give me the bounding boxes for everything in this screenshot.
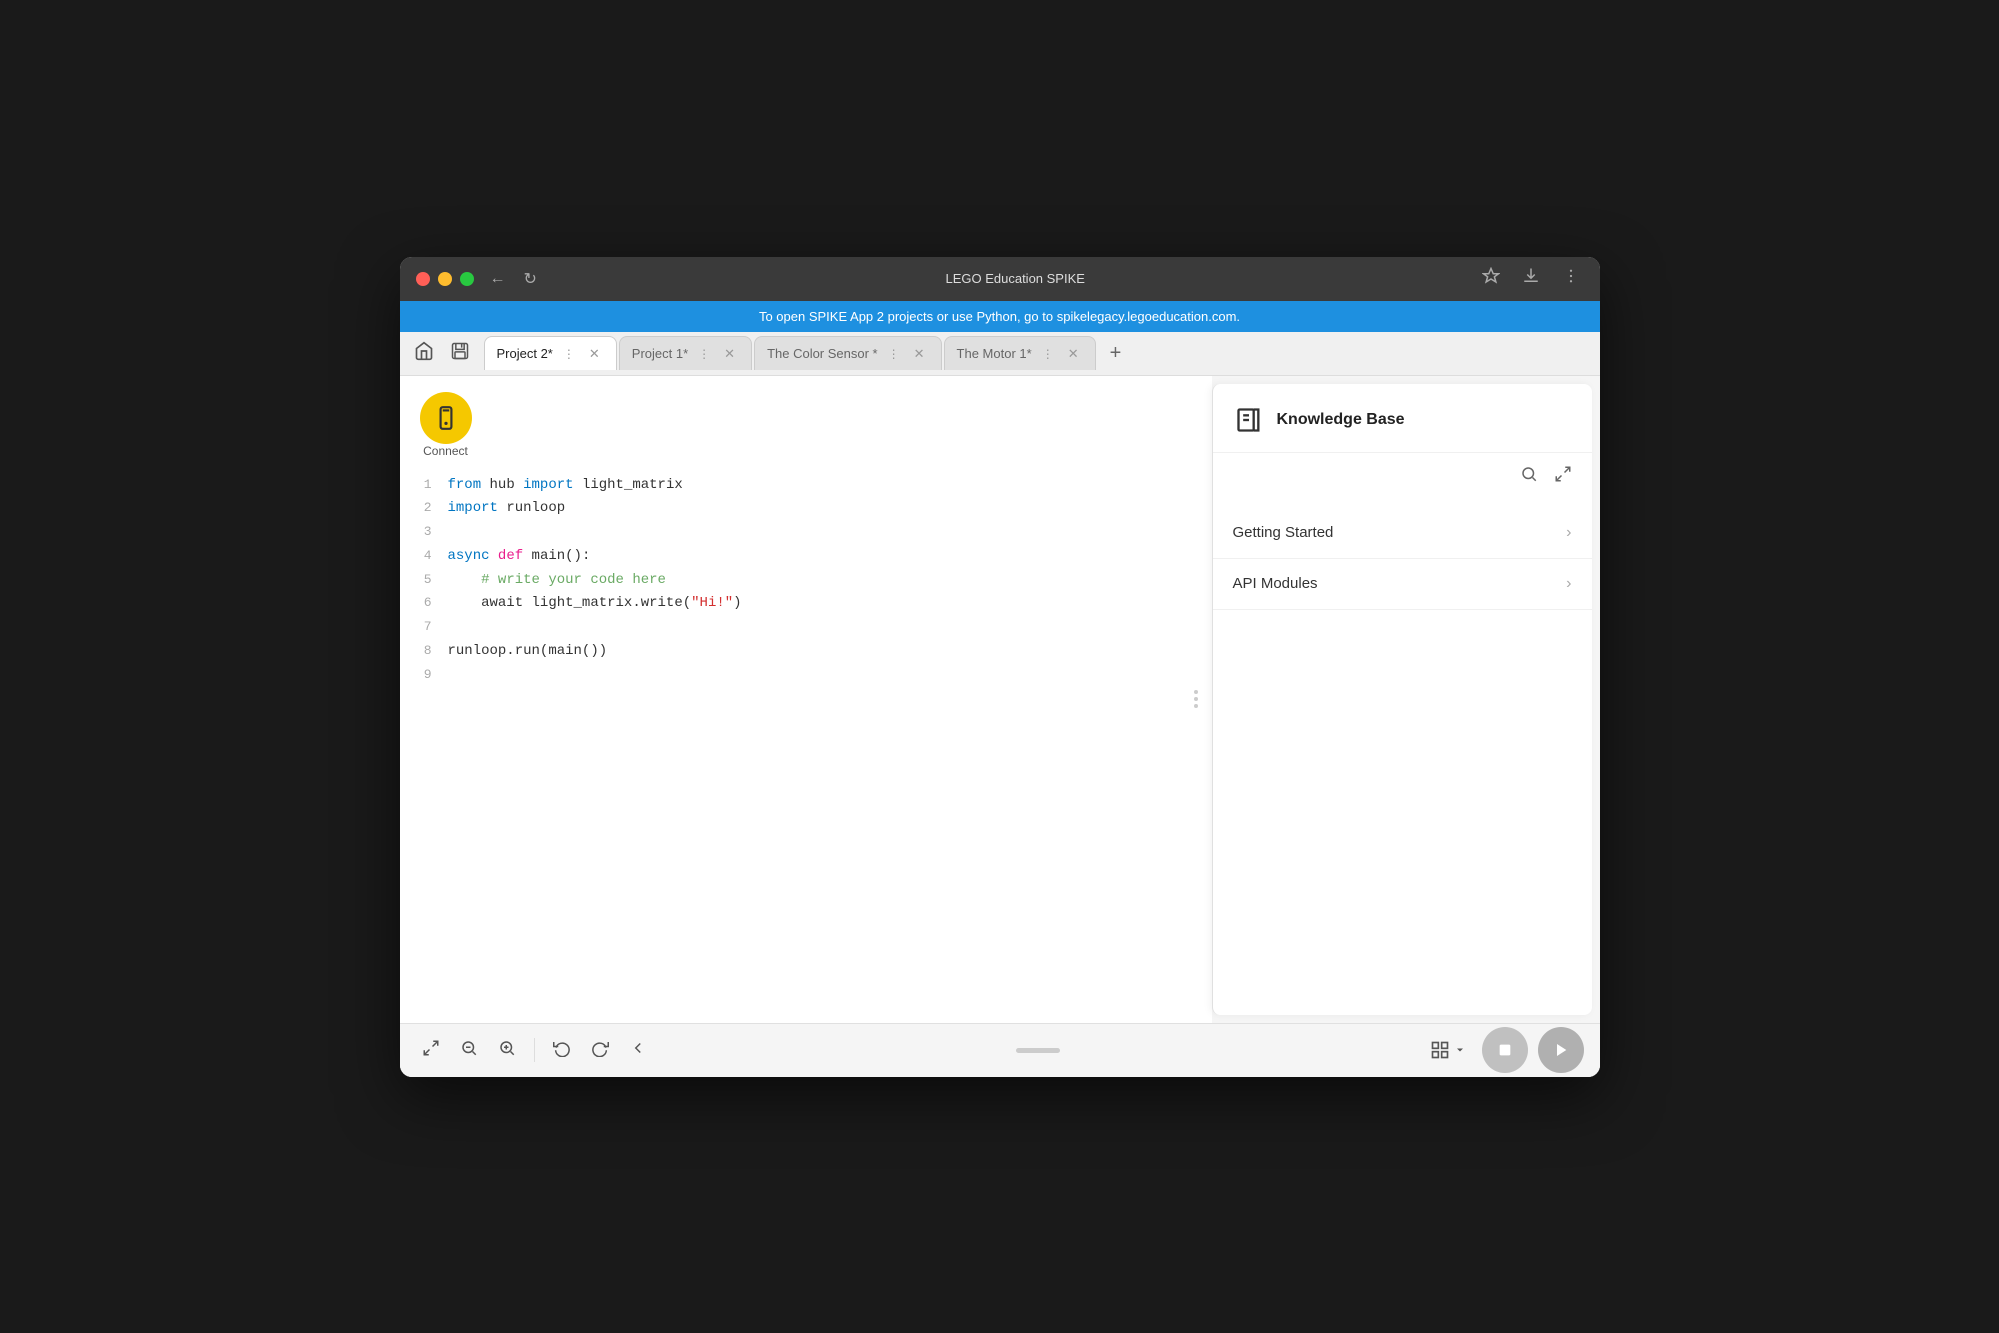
kb-search-button[interactable] [1516,461,1542,492]
tab-close-button[interactable]: ✕ [585,344,604,364]
titlebar: ← ↻ LEGO Education SPIKE [400,257,1600,301]
editor-area: Connect 1 from hub import light_matrix 2… [400,376,1600,1023]
kb-toolbar [1213,453,1592,500]
tabbar: Project 2* ⋮ ✕ Project 1* ⋮ ✕ The Color … [400,332,1600,376]
knowledge-base-panel: Knowledge Base [1212,384,1592,1015]
refresh-button[interactable]: ↻ [520,265,541,293]
bottom-right-tools [1424,1027,1584,1073]
undo-button[interactable] [547,1033,577,1068]
code-line-4: 4 async def main(): [416,545,1196,569]
menu-button[interactable] [1558,263,1584,294]
grid-view-button[interactable] [1424,1034,1472,1066]
add-tab-button[interactable]: + [1102,338,1130,369]
titlebar-actions [1478,263,1584,294]
tab-close-button[interactable]: ✕ [720,344,739,364]
tabbar-left [408,335,476,372]
tab-project2[interactable]: Project 2* ⋮ ✕ [484,336,617,370]
traffic-lights [416,272,474,286]
minimize-button[interactable] [438,272,452,286]
bottom-bar [400,1023,1600,1077]
play-button[interactable] [1538,1027,1584,1073]
back-button[interactable]: ← [486,265,510,293]
tab-menu-button[interactable]: ⋮ [559,345,579,363]
tab-color-sensor[interactable]: The Color Sensor * ⋮ ✕ [754,336,941,370]
code-line-5: 5 # write your code here [416,569,1196,593]
kb-header: Knowledge Base [1213,384,1592,453]
zoom-out-button[interactable] [454,1033,484,1068]
connect-wrapper: Connect [420,392,472,458]
drag-handle-bar [653,1048,1424,1053]
close-button[interactable] [416,272,430,286]
main-content: Connect 1 from hub import light_matrix 2… [400,376,1600,1077]
drag-bar[interactable] [1016,1048,1060,1053]
connect-icon[interactable] [420,392,472,444]
home-button[interactable] [408,335,440,372]
kb-items: Getting Started › API Modules › [1213,500,1592,1015]
kb-collapse-button[interactable] [1550,461,1576,492]
tabs: Project 2* ⋮ ✕ Project 1* ⋮ ✕ The Color … [484,336,1592,370]
code-line-2: 2 import runloop [416,497,1196,521]
app-window: ← ↻ LEGO Education SPIKE [400,257,1600,1077]
code-line-7: 7 [416,616,1196,640]
chevron-right-icon: › [1566,575,1571,593]
code-editor[interactable]: 1 from hub import light_matrix 2 import … [400,466,1212,1023]
chevron-right-icon: › [1566,524,1571,542]
code-line-3: 3 [416,521,1196,545]
tab-menu-button[interactable]: ⋮ [1038,345,1058,363]
fullscreen-button[interactable] [416,1033,446,1068]
kb-title: Knowledge Base [1277,411,1405,429]
book-icon [1233,404,1265,436]
banner: To open SPIKE App 2 projects or use Pyth… [400,301,1600,332]
maximize-button[interactable] [460,272,474,286]
save-button[interactable] [444,335,476,372]
tab-menu-button[interactable]: ⋮ [884,345,904,363]
kb-item-getting-started[interactable]: Getting Started › [1213,508,1592,559]
code-line-6: 6 await light_matrix.write("Hi!") [416,592,1196,616]
tab-project1[interactable]: Project 1* ⋮ ✕ [619,336,752,370]
connect-area: Connect [400,376,1212,466]
nav-buttons: ← ↻ [486,265,541,293]
kb-item-api-modules[interactable]: API Modules › [1213,559,1592,610]
stop-button[interactable] [1482,1027,1528,1073]
bottom-left-tools [416,1033,653,1068]
extensions-button[interactable] [1478,263,1504,294]
separator [534,1038,535,1062]
tab-menu-button[interactable]: ⋮ [694,345,714,363]
redo-button[interactable] [585,1033,615,1068]
editor-panel: Connect 1 from hub import light_matrix 2… [400,376,1212,1023]
connect-label: Connect [423,444,468,458]
collapse-panel-button[interactable] [623,1033,653,1068]
window-title: LEGO Education SPIKE [553,271,1478,286]
code-line-9: 9 [416,664,1196,688]
code-line-1: 1 from hub import light_matrix [416,474,1196,498]
tab-close-button[interactable]: ✕ [1064,344,1083,364]
resize-handle[interactable] [1190,376,1202,1023]
code-line-8: 8 runloop.run(main()) [416,640,1196,664]
zoom-in-button[interactable] [492,1033,522,1068]
download-button[interactable] [1518,263,1544,294]
tab-close-button[interactable]: ✕ [910,344,929,364]
tab-motor[interactable]: The Motor 1* ⋮ ✕ [944,336,1096,370]
